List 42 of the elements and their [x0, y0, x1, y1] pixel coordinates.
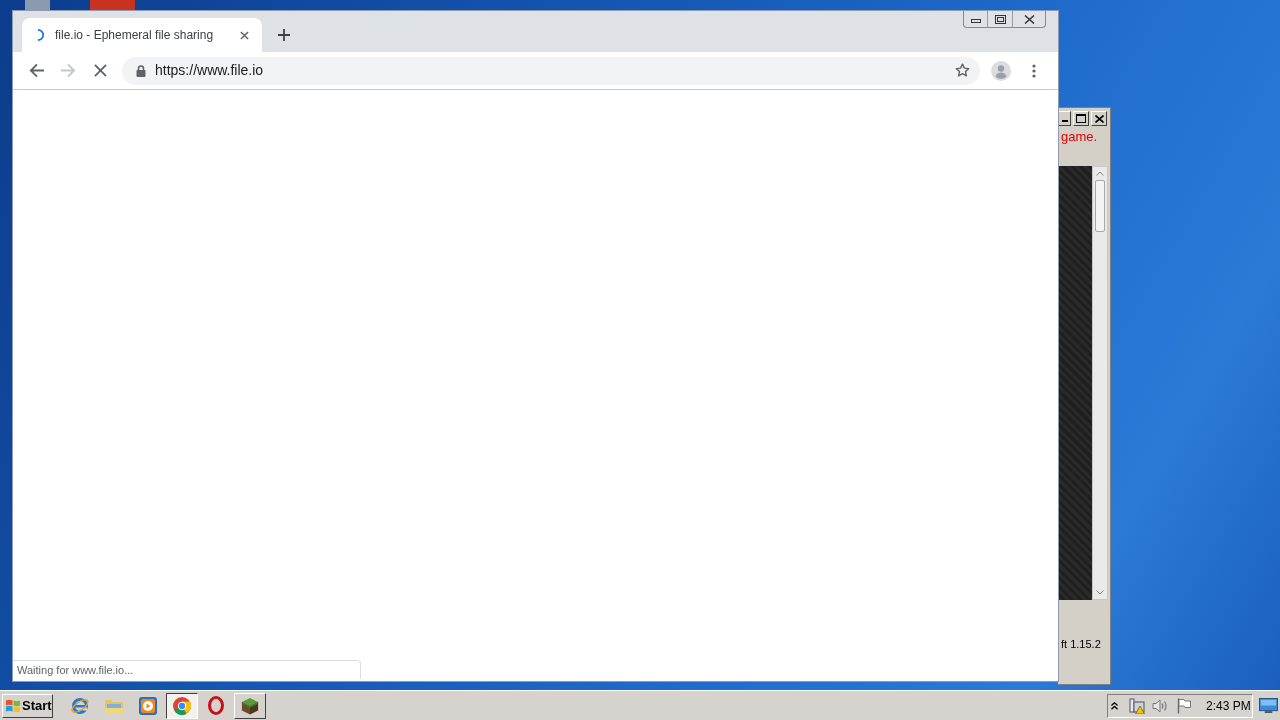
url-text: https://www.file.io: [155, 61, 265, 80]
star-icon: [954, 63, 970, 78]
play-button-icon: [139, 696, 157, 715]
maximize-icon: [1076, 114, 1086, 123]
monitor-icon: [1258, 698, 1278, 713]
forward-arrow-icon: [60, 63, 76, 78]
e-ring-icon: [70, 695, 90, 716]
scrollbar[interactable]: [1092, 166, 1108, 600]
tab-close-button[interactable]: [237, 28, 251, 42]
status-text: Waiting for www.file.io...: [17, 662, 134, 678]
chevron-up-icon: [1111, 701, 1118, 710]
close-icon: [1023, 14, 1035, 24]
grass-block-icon: [241, 696, 259, 715]
plus-icon: [278, 29, 290, 41]
close-icon: [93, 64, 107, 77]
minimize-icon: [1061, 120, 1068, 122]
segmented-circle-icon: [173, 696, 191, 715]
ring-icon: [208, 696, 224, 715]
message-text: game.: [1060, 129, 1099, 145]
close-button[interactable]: [1091, 111, 1107, 126]
close-icon: [239, 30, 249, 40]
tab-title: file.io - Ephemeral file sharing: [55, 27, 215, 44]
speaker-icon: [1152, 698, 1168, 713]
start-button[interactable]: Start: [2, 693, 53, 718]
network-warning-icon: [1129, 697, 1145, 714]
desktop-icon: [90, 0, 135, 10]
scrollbar-thumb[interactable]: [1095, 180, 1105, 232]
maximize-button[interactable]: [1073, 111, 1089, 126]
clock-text: 2:43 PM: [1206, 697, 1251, 715]
avatar-icon: [991, 60, 1011, 81]
minimize-icon: [970, 19, 981, 23]
bookmark-button[interactable]: [953, 61, 971, 80]
restore-icon: [994, 14, 1006, 24]
browser-tab[interactable]: file.io - Ephemeral file sharing: [22, 18, 262, 52]
address-field[interactable]: https://www.file.io: [122, 56, 980, 85]
menu-icon: [1032, 63, 1036, 78]
close-icon: [1094, 114, 1104, 123]
flag-icon: [1177, 697, 1191, 714]
version-text: ft 1.15.2: [1060, 637, 1102, 651]
back-arrow-icon: [28, 63, 44, 78]
start-logo-icon: [5, 697, 21, 714]
taskbar-app-button[interactable]: [166, 692, 198, 719]
